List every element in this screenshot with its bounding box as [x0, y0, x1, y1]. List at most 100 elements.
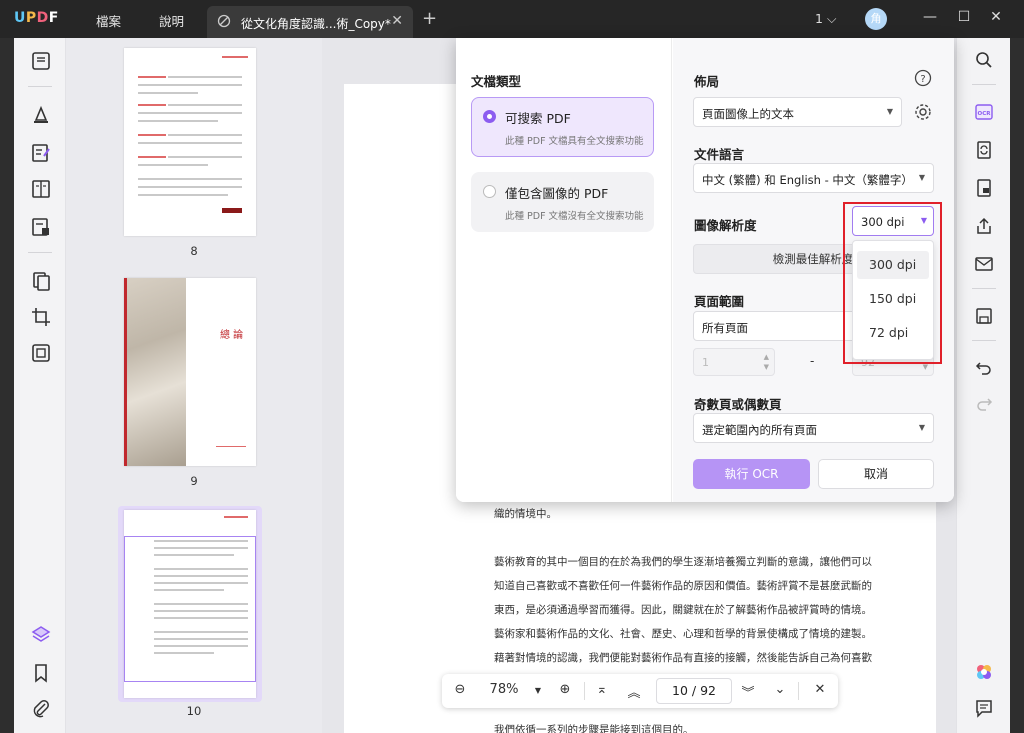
page-range-title: 頁面範圍 [694, 294, 745, 309]
undo-icon[interactable] [974, 358, 994, 378]
document-tab-icon [217, 14, 231, 28]
thumbnail-page-10[interactable] [124, 510, 256, 698]
thumbnail-label-9: 9 [190, 474, 198, 488]
left-rail [0, 38, 14, 733]
resolution-title: 圖像解析度 [694, 218, 757, 233]
zoom-toolbar: ⊖ 78% ▼ ⊕ ⌅ ︽ 10 / 92 ︾ ⌄ ✕ [442, 674, 838, 708]
option-image-only-pdf[interactable]: 僅包含圖像的 PDF 此種 PDF 文檔沒有全文搜索功能 [471, 172, 654, 232]
avatar[interactable]: 角 [865, 8, 887, 30]
caret-down-icon: ▼ [886, 107, 893, 116]
next-page-icon[interactable]: ︾ [740, 682, 756, 701]
gear-icon[interactable] [914, 103, 932, 121]
svg-text:?: ? [920, 74, 925, 85]
close-window-button[interactable]: ✕ [986, 9, 1006, 25]
tab-title: 從文化角度認識...術_Copy* [241, 17, 391, 31]
window-count[interactable]: 1 ⌵ [815, 11, 836, 27]
previous-page-icon[interactable]: ︽ [626, 682, 642, 701]
minimize-button[interactable]: — [920, 9, 940, 25]
thumbnail-label-8: 8 [190, 244, 198, 258]
zoom-out-icon[interactable]: ⊖ [452, 682, 468, 697]
option-searchable-pdf-title: 可搜索 PDF [505, 111, 571, 126]
thumbnail-9-heading: 總 論 [220, 330, 244, 341]
protect-icon[interactable] [974, 178, 994, 198]
pages-icon[interactable] [30, 270, 52, 292]
ocr-icon[interactable]: OCR [974, 102, 994, 122]
attachment-icon[interactable] [30, 698, 52, 720]
ai-assistant-icon[interactable] [974, 662, 994, 682]
option-image-only-pdf-title: 僅包含圖像的 PDF [505, 186, 609, 201]
menu-help[interactable]: 說明 [159, 11, 184, 30]
odd-even-title: 奇數頁或偶數頁 [694, 397, 782, 412]
redo-icon[interactable] [974, 394, 994, 414]
save-icon[interactable] [974, 306, 994, 326]
search-icon[interactable] [974, 50, 994, 70]
document-type-section: 文檔類型 可搜索 PDF 此種 PDF 文檔具有全文搜索功能 僅包含圖像的 PD… [456, 38, 672, 502]
radio-unselected-icon [483, 185, 496, 198]
thumbnail-page-9[interactable]: 總 論 [124, 278, 256, 466]
range-from-input[interactable]: 1 ▲ ▼ [693, 348, 775, 376]
share-icon[interactable] [974, 216, 994, 236]
comments-icon[interactable] [974, 698, 994, 718]
layout-title: 佈局 [694, 74, 720, 89]
option-searchable-pdf[interactable]: 可搜索 PDF 此種 PDF 文檔具有全文搜索功能 [471, 97, 654, 157]
reader-icon[interactable] [30, 50, 52, 72]
svg-text:OCR: OCR [978, 111, 992, 117]
odd-even-select-value: 選定範圍內的所有頁面 [702, 423, 817, 437]
form-icon[interactable] [30, 178, 52, 200]
thumbnail-page-8[interactable] [124, 48, 256, 236]
email-icon[interactable] [974, 254, 994, 274]
page-range-select-value: 所有頁面 [702, 321, 748, 335]
current-page: 10 [672, 683, 688, 698]
run-ocr-button[interactable]: 執行 OCR [693, 459, 810, 489]
doc-line: 藝術家和藝術作品的文化、社會、歷史、心理和哲學的背景使構成了情境的建製。 [494, 628, 872, 640]
doc-line: 藉著對情境的認識，我們便能對藝術作品有直接的接觸，然後能告訴自己為何喜歡 [494, 652, 872, 664]
page-number-input[interactable]: 10 / 92 [656, 678, 732, 704]
app-logo: UPDF [14, 10, 59, 26]
right-toolbar: OCR [956, 38, 1010, 733]
window-scrollbar[interactable] [1010, 38, 1024, 733]
layout-select-value: 頁面圖像上的文本 [702, 107, 794, 121]
organize-icon[interactable] [30, 216, 52, 238]
help-icon[interactable]: ? [914, 69, 932, 87]
tab-close-icon[interactable]: ✕ [391, 13, 403, 29]
document-type-title: 文檔類型 [471, 74, 522, 89]
chevron-down-icon: ⌵ [826, 11, 837, 26]
convert-icon[interactable] [974, 140, 994, 160]
last-page-icon[interactable]: ⌄ [772, 682, 788, 697]
edit-icon[interactable] [30, 142, 52, 164]
cancel-button[interactable]: 取消 [818, 459, 934, 489]
zoom-dropdown-icon[interactable]: ▼ [532, 686, 544, 695]
option-image-only-pdf-desc: 此種 PDF 文檔沒有全文搜索功能 [505, 211, 644, 222]
odd-even-select[interactable]: 選定範圍內的所有頁面 ▼ [693, 413, 934, 443]
doc-line: 織的情境中。 [494, 508, 557, 520]
zoom-in-icon[interactable]: ⊕ [557, 682, 573, 697]
range-separator: - [810, 354, 815, 368]
doc-line: 我們依循一系列的步驟是能接到這個目的。 [494, 724, 694, 733]
compress-icon[interactable] [30, 342, 52, 364]
close-toolbar-icon[interactable]: ✕ [812, 682, 828, 697]
highlight-icon[interactable] [30, 104, 52, 126]
first-page-icon[interactable]: ⌅ [594, 682, 610, 697]
document-tab[interactable]: 從文化角度認識...術_Copy* ✕ [207, 6, 413, 38]
layout-select[interactable]: 頁面圖像上的文本 ▼ [693, 97, 902, 127]
caret-down-icon: ▼ [918, 173, 925, 182]
layers-icon[interactable] [30, 624, 52, 646]
new-tab-button[interactable]: + [422, 8, 437, 29]
zoom-level[interactable]: 78% [486, 682, 522, 697]
doc-line: 藝術教育的其中一個目的在於為我們的學生逐漸培養獨立判斷的意識，讓他們可以 [494, 556, 872, 568]
total-pages: 92 [700, 683, 716, 698]
language-title: 文件語言 [694, 147, 745, 162]
thumbnail-label-10: 10 [186, 704, 202, 718]
language-select[interactable]: 中文 (繁體) 和 English - 中文（繁體字）... ▼ [693, 163, 934, 193]
left-toolbar [14, 38, 66, 733]
crop-icon[interactable] [30, 306, 52, 328]
doc-line: 知道自己喜歡或不喜歡任何一件藝術作品的原因和價值。藝術評賞不是甚麼武斷的 [494, 580, 872, 592]
menu-file[interactable]: 檔案 [96, 11, 121, 30]
maximize-button[interactable]: ☐ [954, 9, 974, 25]
bookmark-icon[interactable] [30, 662, 52, 684]
page-separator: / [691, 683, 697, 698]
range-from-value: 1 [702, 356, 709, 369]
option-searchable-pdf-desc: 此種 PDF 文檔具有全文搜索功能 [505, 136, 644, 147]
doc-line: 東西，是必須通過學習而獲得。因此，關鍵就在於了解藝術作品被評賞時的情境。 [494, 604, 872, 616]
language-select-value: 中文 (繁體) 和 English - 中文（繁體字）... [702, 173, 912, 187]
